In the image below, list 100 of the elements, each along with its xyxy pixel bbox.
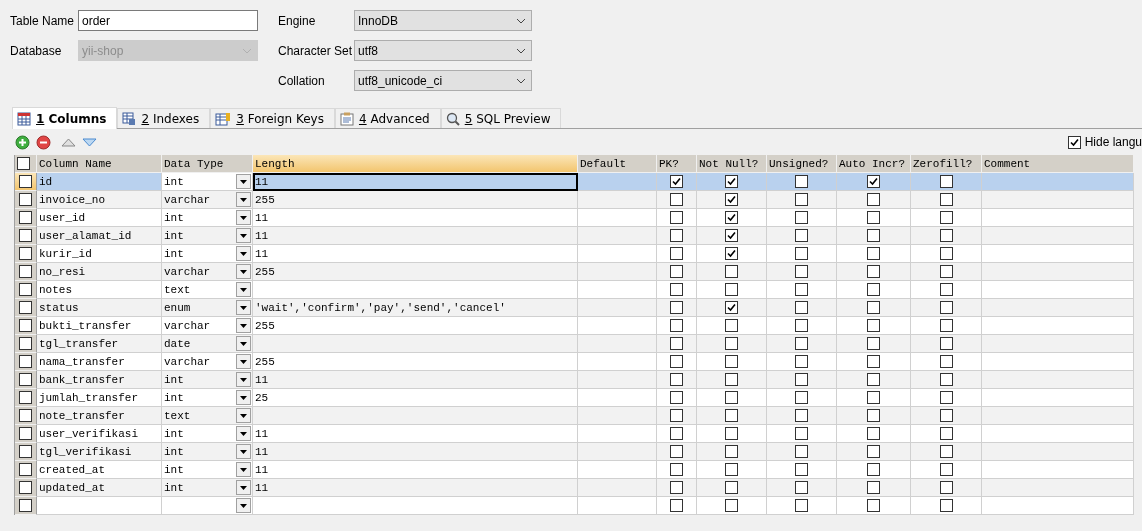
- remove-icon[interactable]: [36, 134, 51, 150]
- hide-language-checkbox[interactable]: [1067, 135, 1081, 149]
- dropdown-button[interactable]: [236, 480, 251, 495]
- checkbox[interactable]: [795, 499, 808, 512]
- checkbox[interactable]: [670, 229, 683, 242]
- column-header[interactable]: Unsigned?: [767, 155, 837, 173]
- checkbox[interactable]: [939, 427, 953, 440]
- checkbox[interactable]: [670, 283, 683, 296]
- row-selector[interactable]: [15, 425, 37, 443]
- checkbox[interactable]: [795, 355, 808, 368]
- checkbox[interactable]: [867, 499, 880, 512]
- dropdown-button[interactable]: [236, 300, 251, 315]
- checkbox[interactable]: [725, 409, 738, 422]
- checkbox[interactable]: [795, 247, 808, 260]
- checkbox[interactable]: [867, 481, 880, 494]
- checkbox[interactable]: [867, 355, 880, 368]
- row-checkbox[interactable]: [19, 175, 32, 188]
- row-checkbox[interactable]: [19, 229, 32, 242]
- checkbox[interactable]: [795, 175, 808, 188]
- checkbox[interactable]: [939, 499, 953, 512]
- checkbox[interactable]: [795, 211, 808, 224]
- column-header[interactable]: Comment: [982, 155, 1134, 173]
- column-header[interactable]: Length: [253, 155, 578, 173]
- checkbox[interactable]: [670, 355, 683, 368]
- row-checkbox[interactable]: [19, 463, 32, 476]
- row-selector[interactable]: [15, 227, 37, 245]
- checkbox[interactable]: [670, 319, 683, 332]
- dropdown-button[interactable]: [236, 318, 251, 333]
- dropdown-button[interactable]: [236, 372, 251, 387]
- checkbox[interactable]: [670, 211, 683, 224]
- tab[interactable]: 3 Foreign Keys: [210, 108, 335, 128]
- column-header[interactable]: Data Type: [162, 155, 253, 173]
- checkbox[interactable]: [670, 337, 683, 350]
- checkbox[interactable]: [670, 265, 683, 278]
- checkbox[interactable]: [795, 319, 808, 332]
- checkbox[interactable]: [670, 499, 683, 512]
- row-selector[interactable]: [15, 479, 37, 497]
- checkbox[interactable]: [670, 463, 683, 476]
- row-checkbox[interactable]: [19, 445, 32, 458]
- checkbox[interactable]: [867, 319, 880, 332]
- dropdown-button[interactable]: [236, 264, 251, 279]
- column-header[interactable]: PK?: [657, 155, 697, 173]
- row-selector[interactable]: [15, 461, 37, 479]
- row-checkbox[interactable]: [19, 373, 32, 386]
- checkbox[interactable]: [867, 211, 880, 224]
- tab[interactable]: 1 Columns: [12, 107, 118, 129]
- dropdown-button[interactable]: [236, 246, 251, 261]
- row-selector[interactable]: [15, 209, 37, 227]
- tab[interactable]: 4 Advanced: [334, 108, 441, 128]
- row-selector[interactable]: [15, 263, 37, 281]
- engine-dropdown[interactable]: InnoDB: [354, 10, 532, 31]
- row-selector[interactable]: [15, 371, 37, 389]
- checkbox[interactable]: [725, 211, 738, 224]
- dropdown-button[interactable]: [236, 354, 251, 369]
- table-name-field[interactable]: order: [78, 10, 258, 31]
- checkbox[interactable]: [939, 391, 953, 404]
- row-checkbox[interactable]: [19, 409, 32, 422]
- row-checkbox[interactable]: [19, 337, 32, 350]
- checkbox[interactable]: [795, 391, 808, 404]
- checkbox[interactable]: [725, 427, 738, 440]
- checkbox[interactable]: [939, 211, 953, 224]
- row-selector[interactable]: [15, 443, 37, 461]
- checkbox[interactable]: [939, 265, 953, 278]
- dropdown-button[interactable]: [236, 426, 251, 441]
- checkbox[interactable]: [939, 283, 953, 296]
- checkbox[interactable]: [867, 283, 880, 296]
- checkbox[interactable]: [725, 193, 738, 206]
- dropdown-button[interactable]: [236, 174, 251, 189]
- checkbox[interactable]: [670, 481, 683, 494]
- checkbox[interactable]: [795, 445, 808, 458]
- checkbox[interactable]: [939, 319, 953, 332]
- checkbox[interactable]: [795, 481, 808, 494]
- checkbox[interactable]: [795, 337, 808, 350]
- checkbox[interactable]: [867, 463, 880, 476]
- checkbox[interactable]: [725, 301, 738, 314]
- dropdown-button[interactable]: [236, 390, 251, 405]
- checkbox[interactable]: [725, 373, 738, 386]
- row-checkbox[interactable]: [19, 211, 32, 224]
- checkbox[interactable]: [725, 445, 738, 458]
- row-checkbox[interactable]: [19, 391, 32, 404]
- checkbox[interactable]: [725, 337, 738, 350]
- checkbox[interactable]: [795, 373, 808, 386]
- checkbox[interactable]: [939, 373, 953, 386]
- row-checkbox[interactable]: [19, 499, 32, 512]
- checkbox[interactable]: [725, 319, 738, 332]
- checkbox[interactable]: [939, 175, 953, 188]
- checkbox[interactable]: [670, 175, 683, 188]
- checkbox[interactable]: [867, 445, 880, 458]
- checkbox[interactable]: [795, 283, 808, 296]
- checkbox[interactable]: [867, 175, 880, 188]
- checkbox[interactable]: [939, 337, 953, 350]
- row-selector[interactable]: [15, 191, 37, 209]
- checkbox[interactable]: [867, 229, 880, 242]
- row-selector[interactable]: [15, 173, 37, 191]
- dropdown-button[interactable]: [236, 282, 251, 297]
- row-checkbox[interactable]: [19, 481, 32, 494]
- checkbox[interactable]: [725, 283, 738, 296]
- checkbox[interactable]: [795, 229, 808, 242]
- checkbox[interactable]: [670, 445, 683, 458]
- row-selector[interactable]: [15, 497, 37, 515]
